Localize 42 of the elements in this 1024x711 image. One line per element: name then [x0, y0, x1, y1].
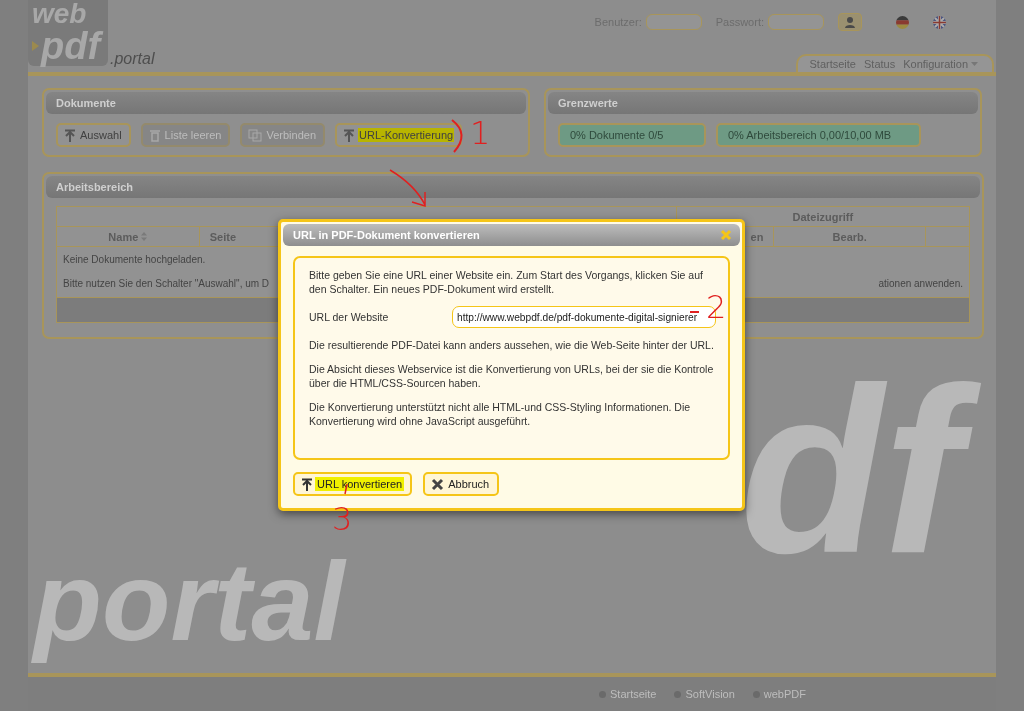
sort-icon: [141, 232, 148, 241]
annotation-arrow: [389, 169, 426, 207]
instruction-text: Bitte geben Sie eine URL einer Website ein. Zum Start des Vorgangs, klicken Sie auf den Schalter. Ein neues PDF-Dokument wird erstellt.: [309, 268, 704, 296]
toolbar-button[interactable]: Auswahl: [56, 123, 131, 147]
panel-title: Arbeitsbereich: [56, 181, 134, 193]
footer-link[interactable]: Startseite: [599, 688, 657, 700]
triangle-icon: [32, 41, 39, 51]
footer-link[interactable]: webPDF: [752, 688, 806, 700]
table-message: ationen anwenden.: [878, 277, 963, 289]
dialog-button[interactable]: URL konvertieren: [293, 472, 413, 496]
annotation-dash: [689, 311, 700, 313]
annotation-number: 3: [332, 503, 353, 535]
toolbar-button[interactable]: URL-Konvertierung: [335, 123, 463, 147]
table-message: Keine Dokumente hochgeladen.: [63, 253, 206, 265]
url-label: URL der Website: [309, 310, 389, 324]
usage-meter: 0% Dokumente 0/5: [557, 123, 706, 147]
upload-arrow-icon: [301, 477, 313, 491]
note-text: Die Absicht dieses Webservice ist die Konvertierung von URLs, bei der sie die Kontrole über die HTML/CSS-Sourcen haben.: [309, 362, 715, 390]
logo-suffix: .portal: [110, 50, 155, 68]
table-message: Bitte nutzen Sie den Schalter "Auswahl", um D: [63, 277, 270, 289]
username-field[interactable]: [645, 14, 702, 30]
usage-meter: 0% Arbeitsbereich 0,00/10,00 MB: [715, 123, 921, 147]
annotation-bracket: [451, 119, 463, 153]
annotation-number: 1: [470, 117, 491, 149]
documents-icon: [248, 128, 263, 142]
upload-arrow-icon: [343, 128, 355, 142]
password-field[interactable]: [768, 14, 824, 30]
footer-link[interactable]: SoftVision: [674, 688, 735, 700]
panel-title: Dokumente: [56, 97, 116, 109]
upload-arrow-icon: [64, 128, 76, 142]
login-button[interactable]: [838, 13, 862, 31]
uk-flag-icon[interactable]: [933, 15, 946, 29]
panel-title: Grenzwerte: [557, 97, 618, 109]
german-flag-icon[interactable]: [896, 15, 909, 29]
note-text: Die resultierende PDF-Datei kann anders aussehen, wie die Web-Seite hinter der URL.: [309, 338, 715, 352]
trash-icon: [148, 128, 161, 142]
dialog-button[interactable]: Abbruch: [423, 472, 500, 496]
cross-icon: [431, 477, 445, 491]
close-button[interactable]: [720, 229, 732, 241]
note-text: Die Konvertierung unterstützt nicht alle HTML-und CSS-Styling Informationen. Die Konvertierung wird ohne JavaScript ausgeführt.: [309, 400, 692, 428]
user-icon: [844, 16, 856, 28]
dialog-title: URL in PDF-Dokument konvertieren: [293, 229, 480, 241]
